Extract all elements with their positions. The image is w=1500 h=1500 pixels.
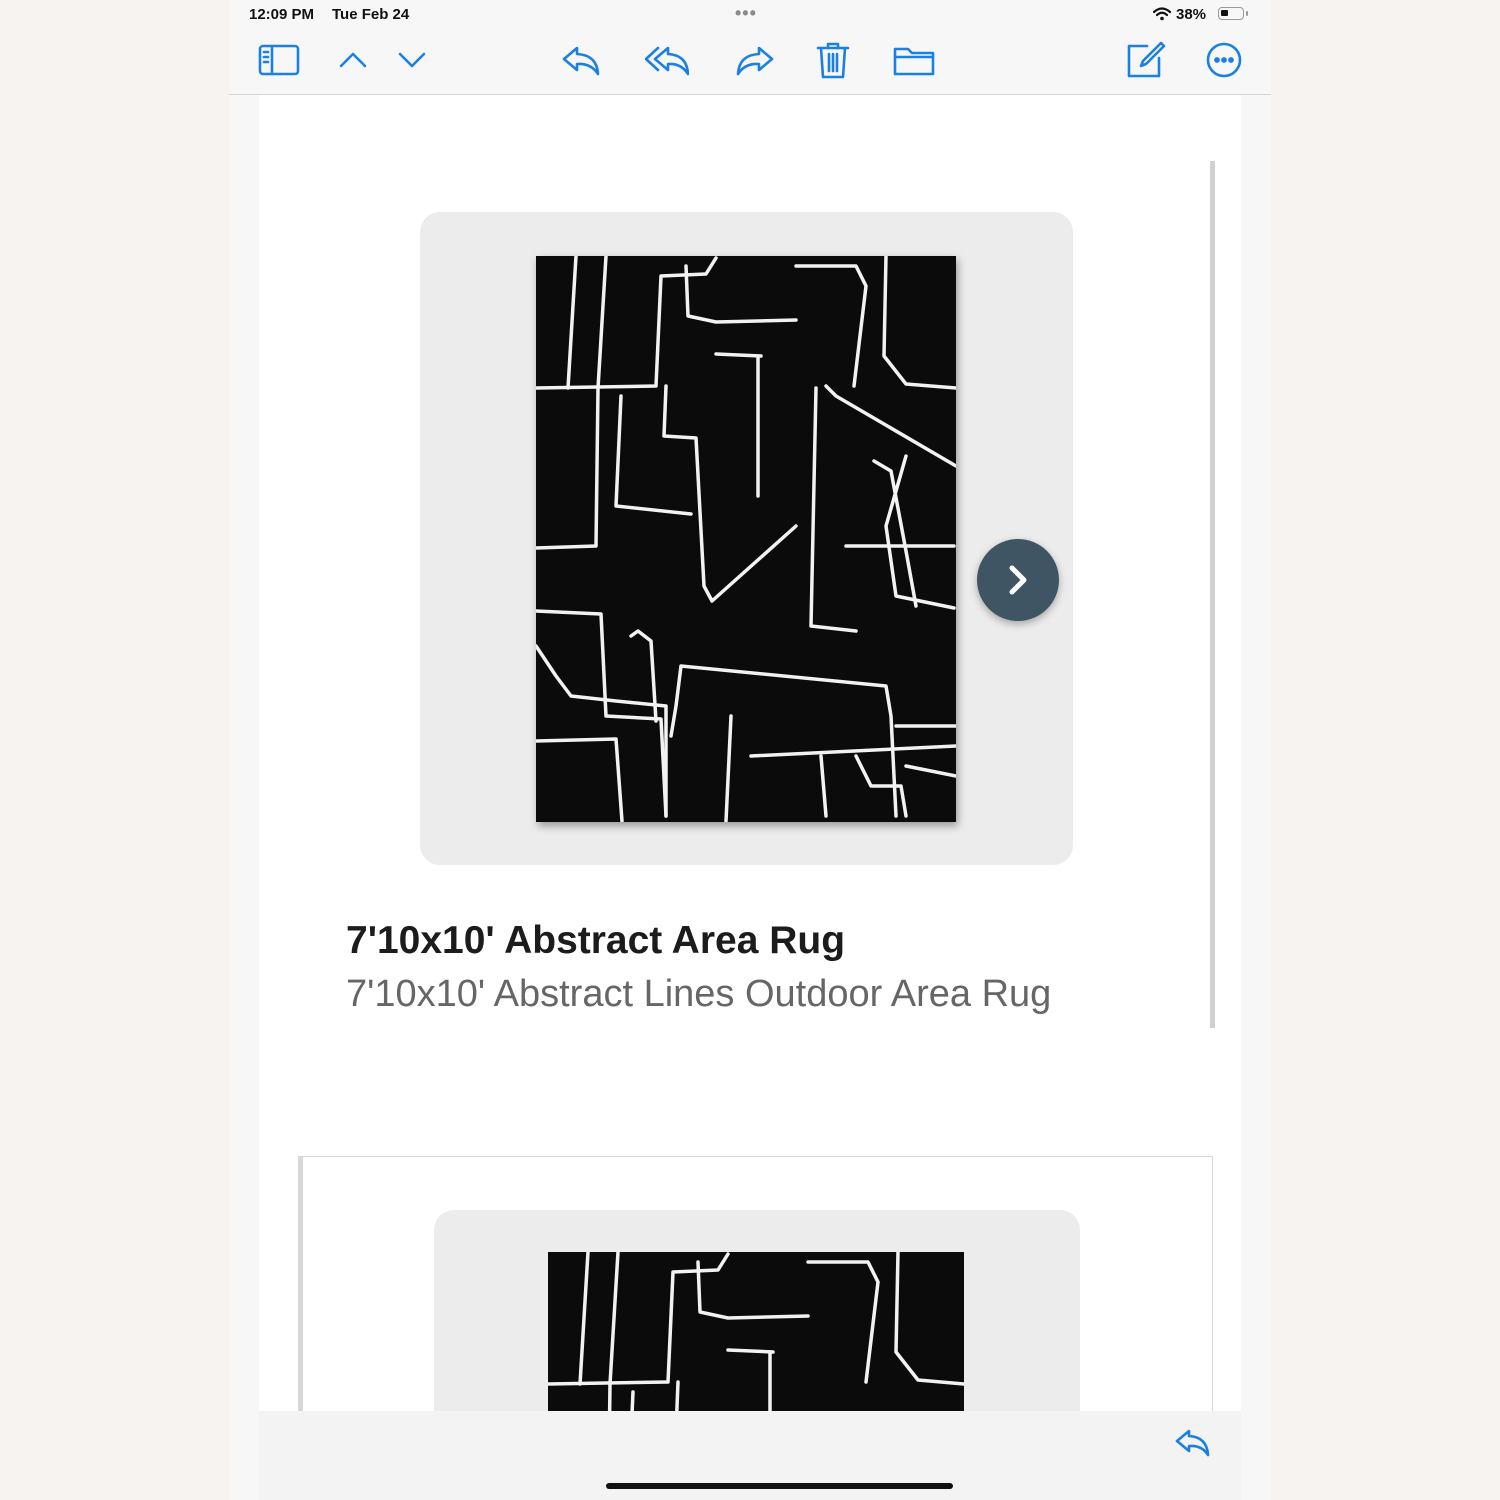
product-card-2[interactable] [298,1156,1213,1411]
home-indicator[interactable] [606,1483,953,1489]
product-card[interactable]: 7'10x10' Abstract Area Rug 7'10x10' Abst… [259,161,1215,1028]
rug-image [536,256,956,822]
mail-toolbar [229,30,1271,95]
forward-icon [736,46,774,76]
product-title[interactable]: 7'10x10' Abstract Area Rug [346,919,845,963]
status-time: 12:09 PM [249,6,315,23]
folder-icon [893,47,935,76]
reply-icon [562,46,600,76]
status-bar: 12:09 PM Tue Feb 24 ••• 38% [229,0,1271,30]
sidebar-button[interactable] [255,36,303,84]
bottom-bar [259,1411,1241,1500]
next-message-button[interactable] [388,36,436,84]
status-date: Tue Feb 24 [332,6,410,23]
previous-message-button[interactable] [329,36,377,84]
chevron-down-icon [398,52,426,68]
battery-percentage: 38% [1176,6,1207,23]
more-options-button[interactable] [1200,36,1248,84]
multitasking-dots-icon[interactable]: ••• [735,3,757,24]
message-body[interactable]: 7'10x10' Abstract Area Rug 7'10x10' Abst… [259,95,1241,1411]
product-image-frame[interactable] [420,212,1073,865]
battery-fill [1221,10,1228,16]
reply-icon [1175,1429,1210,1457]
next-image-button[interactable] [977,539,1059,621]
forward-button[interactable] [731,36,779,84]
wifi-icon [1153,7,1171,21]
chevron-right-icon [1009,565,1027,595]
compose-button[interactable] [1121,36,1169,84]
compose-icon [1127,41,1166,78]
reply-all-button[interactable] [643,36,691,84]
rug-image-2 [548,1252,964,1411]
reply-button[interactable] [557,36,605,84]
reply-all-icon [645,46,689,76]
move-to-folder-button[interactable] [890,36,938,84]
battery-icon [1218,7,1244,20]
product-subtitle[interactable]: 7'10x10' Abstract Lines Outdoor Area Rug [346,973,1051,1016]
mail-app-screen: 12:09 PM Tue Feb 24 ••• 38% 7'10x10' Abs… [229,0,1271,1500]
trash-icon [816,42,850,79]
bottom-reply-button[interactable] [1173,1422,1213,1462]
sidebar-icon [258,44,300,76]
chevron-up-icon [339,52,367,68]
more-icon [1206,42,1242,78]
battery-cap [1246,11,1248,16]
product-image-frame-2[interactable] [434,1210,1080,1411]
trash-button[interactable] [809,36,857,84]
